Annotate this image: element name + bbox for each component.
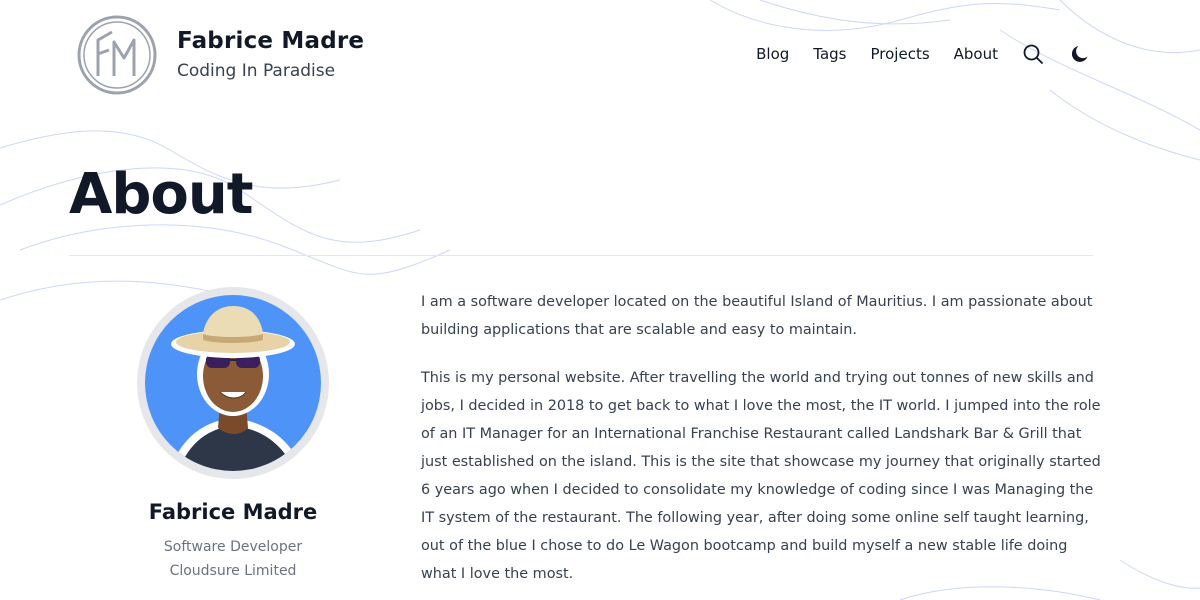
about-content: I am a software developer located on the… (421, 288, 1101, 600)
profile-role: Software Developer (163, 539, 303, 555)
search-icon[interactable] (1020, 40, 1046, 68)
brand[interactable]: Fabrice Madre Coding In Paradise (76, 14, 364, 96)
fm-monogram-logo[interactable] (76, 14, 158, 96)
site-tagline: Coding In Paradise (177, 61, 336, 81)
profile-card: Fabrice Madre Software Developer Cloudsu… (69, 286, 397, 583)
divider (69, 255, 1093, 256)
about-paragraph-2: This is my personal website. After trave… (421, 370, 1101, 582)
nav-link-projects[interactable]: Projects (871, 40, 930, 68)
main-nav: Blog Tags Projects About (756, 40, 1094, 68)
nav-link-about[interactable]: About (954, 40, 998, 68)
page-title: About (69, 162, 254, 227)
profile-name: Fabrice Madre (148, 500, 318, 524)
nav-link-blog[interactable]: Blog (756, 40, 789, 68)
avatar (137, 287, 329, 479)
site-header: Fabrice Madre Coding In Paradise Blog Ta… (0, 0, 1200, 110)
moon-icon[interactable] (1068, 40, 1094, 68)
profile-company: Cloudsure Limited (169, 563, 297, 579)
site-title[interactable]: Fabrice Madre (177, 26, 364, 56)
about-paragraph-1: I am a software developer located on the… (421, 294, 1093, 338)
nav-link-tags[interactable]: Tags (813, 40, 846, 68)
